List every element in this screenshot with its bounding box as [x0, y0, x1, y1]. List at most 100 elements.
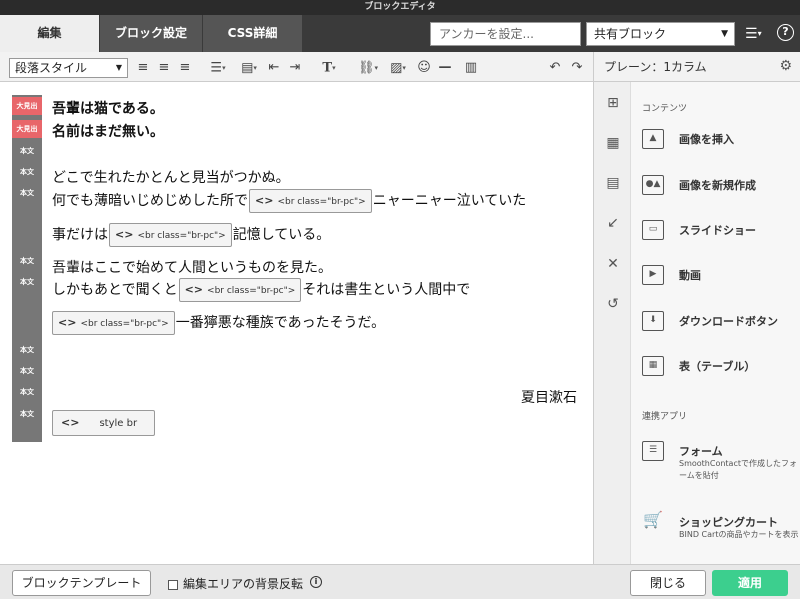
window-title: ブロックエディタ [0, 0, 800, 15]
add-block-icon[interactable]: ⊞ [604, 94, 622, 112]
editor-area[interactable]: 大見出 大見出 本文 本文 本文 本文 本文 本文 本文 本文 本文 吾輩は猫で… [0, 82, 593, 564]
paragraph-style-value: 段落スタイル [15, 61, 88, 75]
body-text: ニャーニャー泣いていた [372, 193, 527, 209]
tag-body[interactable]: 本文 [12, 252, 42, 270]
style-br-chip[interactable]: <> style br [52, 410, 155, 436]
tag-body[interactable]: 本文 [12, 362, 42, 380]
code-icon: <> [255, 194, 274, 207]
cart-icon: 🛒 [643, 510, 663, 529]
body-line: どこで生れたかとんと見当がつかぬ。 [52, 170, 290, 186]
emoji-icon[interactable]: ☺ [416, 59, 432, 77]
code-icon: <> [58, 316, 77, 329]
insert-image-item[interactable]: ▲ 画像を挿入 [642, 125, 797, 153]
block-template-button[interactable]: ブロックテンプレート [12, 570, 151, 596]
apply-button[interactable]: 適用 [712, 570, 788, 596]
link-icon[interactable]: ⛓▾ [356, 59, 380, 77]
horizontal-rule-icon[interactable]: — [437, 59, 453, 77]
text-style-icon[interactable]: T▾ [318, 59, 340, 77]
table-icon: ▦ [642, 356, 664, 376]
code-icon: <> [61, 416, 80, 429]
item-label: ダウンロードボタン [679, 315, 778, 328]
body-text: 一番獰悪な種族であったそうだ。 [175, 315, 386, 331]
video-item[interactable]: ▶ 動画 [642, 261, 797, 289]
gear-icon[interactable]: ⚙ [779, 58, 792, 74]
tab-block-settings[interactable]: ブロック設定 [100, 15, 203, 52]
paragraph-style-select[interactable]: 段落スタイル ▼ [9, 58, 128, 78]
parts-grid-icon[interactable]: ▦ [604, 134, 622, 152]
item-label: ショッピングカート [679, 516, 778, 529]
section-contents: コンテンツ [642, 104, 688, 114]
heading-line: 名前はまだ無い。 [52, 124, 164, 140]
tag-heading[interactable]: 大見出 [12, 120, 42, 138]
tag-body[interactable]: 本文 [12, 405, 42, 423]
align-left-icon[interactable]: ≡ [136, 59, 150, 77]
br-chip-label: <br class="br-pc"> [80, 319, 169, 329]
list-icon[interactable]: ☰▾ [207, 59, 229, 77]
body-line: しかもあとで聞くと <> <br class="br-pc"> それは書生という人間中… [52, 278, 470, 302]
tag-body[interactable]: 本文 [12, 163, 42, 181]
item-label: 画像を新規作成 [679, 179, 756, 192]
block-format-icon[interactable]: ▤▾ [238, 59, 260, 77]
right-panel-icon-bar: ⊞ ▦ ▤ ↙ ✕ ↺ [593, 82, 631, 564]
redo-icon[interactable]: ↷ [569, 59, 585, 77]
image-icon[interactable]: ▨▾ [386, 59, 410, 77]
code-icon: <> [184, 283, 204, 296]
tag-body[interactable]: 本文 [12, 184, 42, 202]
download-button-item[interactable]: ⬇ ダウンロードボタン [642, 307, 797, 335]
tag-body[interactable]: 本文 [12, 341, 42, 359]
br-chip[interactable]: <> <br class="br-pc"> [52, 311, 175, 335]
document-icon[interactable]: ▤ [604, 174, 622, 192]
bg-invert-toggle[interactable]: 編集エリアの背景反転 [168, 575, 303, 592]
info-icon[interactable]: i [310, 576, 322, 588]
align-center-icon[interactable]: ≡ [157, 59, 171, 77]
br-chip[interactable]: <> <br class="br-pc"> [109, 223, 232, 247]
tab-edit[interactable]: 編集 [0, 15, 100, 52]
tools-icon[interactable]: ✕ [604, 255, 622, 273]
body-text: 何でも薄暗いじめじめした所で [52, 193, 248, 209]
indent-decrease-icon[interactable]: ⇤ [267, 59, 281, 77]
shared-block-select[interactable]: 共有ブロック ▼ [586, 22, 735, 46]
bg-invert-label: 編集エリアの背景反転 [183, 577, 304, 591]
signature: 夏目漱石 [521, 390, 577, 406]
menu-icon[interactable]: ☰▾ [745, 24, 767, 44]
download-icon: ⬇ [642, 311, 664, 331]
close-button[interactable]: 閉じる [630, 570, 706, 596]
right-panel-title: プレーン：1カラム [604, 60, 707, 74]
anchor-input[interactable] [430, 22, 581, 46]
br-chip[interactable]: <> <br class="br-pc"> [249, 189, 372, 213]
body-text: 事だけは [52, 227, 108, 243]
chevron-down-icon: ▼ [721, 29, 728, 39]
new-image-item[interactable]: ●▲ 画像を新規作成 [642, 171, 797, 199]
body-line: <> <br class="br-pc"> 一番獰悪な種族であったそうだ。 [51, 311, 385, 335]
body-line: 事だけは <> <br class="br-pc"> 記憶している。 [52, 223, 330, 247]
tag-body[interactable]: 本文 [12, 383, 42, 401]
align-right-icon[interactable]: ≡ [178, 59, 192, 77]
shopping-cart-item[interactable]: 🛒 ショッピングカート BIND Cartの商品やカートを表示 [642, 508, 798, 552]
history-icon[interactable]: ↺ [604, 295, 622, 313]
item-label: スライドショー [679, 224, 756, 237]
indent-increase-icon[interactable]: ⇥ [288, 59, 302, 77]
undo-icon[interactable]: ↶ [547, 59, 563, 77]
body-line: 何でも薄暗いじめじめした所で <> <br class="br-pc"> ニャーニャー… [52, 189, 526, 213]
form-app-item[interactable]: ☰ フォーム SmoothContactで作成したフォームを貼付 [642, 437, 797, 481]
br-chip-label: <br class="br-pc"> [137, 231, 226, 241]
right-panel-list: コンテンツ ▲ 画像を挿入 ●▲ 画像を新規作成 ▭ スライドショー ▶ 動画 … [631, 82, 800, 564]
help-icon[interactable]: ? [777, 24, 794, 41]
item-label: フォーム [679, 445, 723, 458]
format-toolbar: 段落スタイル ▼ ≡ ≡ ≡ ☰▾ ▤▾ ⇤ ⇥ T▾ ⛓▾ ▨▾ ☺ — ▥ … [0, 52, 593, 82]
import-icon[interactable]: ↙ [604, 214, 622, 232]
item-label: 表（テーブル） [679, 360, 756, 373]
checkbox-icon[interactable] [168, 579, 178, 590]
tag-body[interactable]: 本文 [12, 142, 42, 160]
slideshow-item[interactable]: ▭ スライドショー [642, 216, 797, 244]
tab-css-detail[interactable]: CSS詳細 [203, 15, 303, 52]
br-chip-label: <br class="br-pc"> [277, 197, 366, 207]
br-chip[interactable]: <> <br class="br-pc"> [178, 278, 302, 302]
columns-icon[interactable]: ▥ [463, 59, 479, 77]
table-item[interactable]: ▦ 表（テーブル） [642, 352, 797, 380]
style-br-label: style br [99, 418, 138, 429]
play-icon: ▶ [642, 265, 664, 285]
tag-body[interactable]: 本文 [12, 273, 42, 291]
code-icon: <> [115, 228, 134, 241]
tag-heading[interactable]: 大見出 [12, 97, 42, 115]
